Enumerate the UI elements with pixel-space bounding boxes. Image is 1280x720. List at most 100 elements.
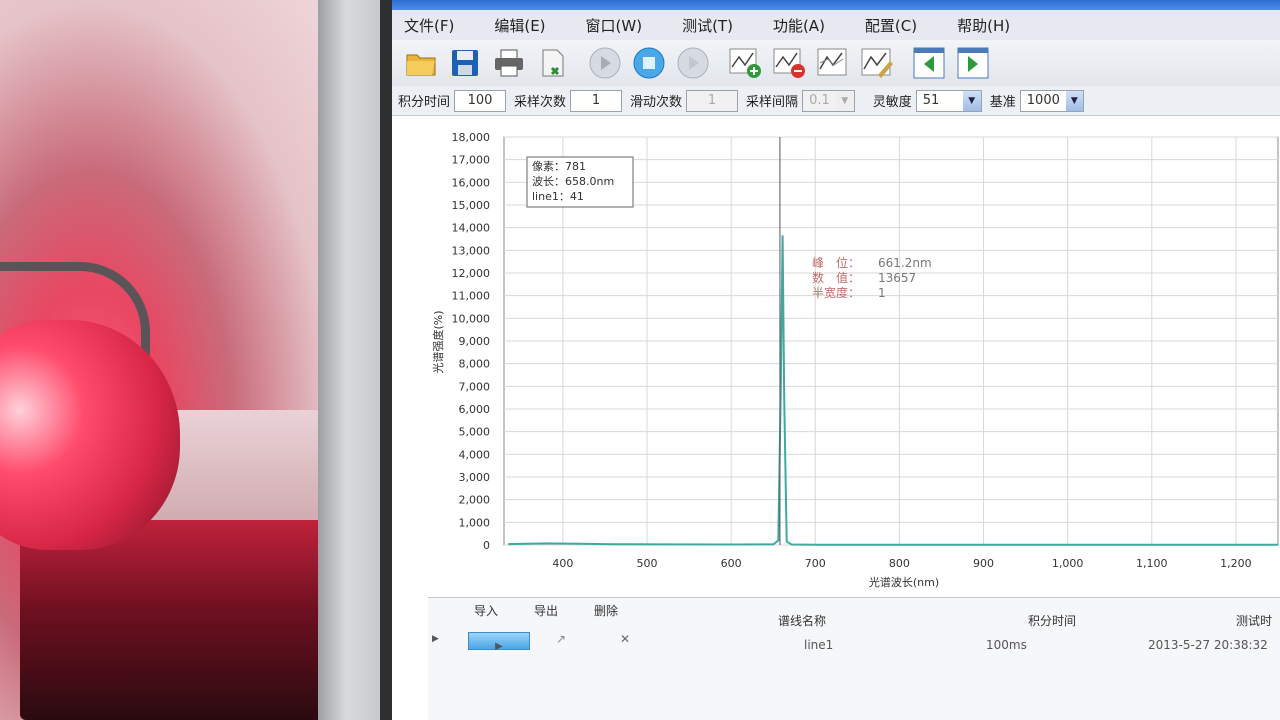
overlay-curve-icon	[817, 48, 847, 76]
cursor-value: line1：41	[532, 190, 584, 203]
integration-time-label: 积分时间	[398, 95, 451, 110]
row-expand-icon[interactable]: ▶	[432, 634, 439, 644]
print-icon	[495, 49, 523, 77]
menu-test[interactable]: 测试(T)	[682, 15, 733, 36]
sample-interval-value: 0.1	[809, 93, 830, 108]
delete-curve-button[interactable]	[770, 44, 808, 82]
peak-value-label: 数 值：	[812, 270, 860, 285]
curve-list-panel: 导入 导出 删除 谱线名称 积分时间 测试时 ▶ ▶ ↗ ✕ line1 100…	[428, 597, 1280, 720]
x-tick-label: 600	[721, 557, 742, 570]
menu-window[interactable]: 窗口(W)	[586, 15, 643, 36]
stop-button[interactable]	[630, 44, 668, 82]
integration-time-input[interactable]: 100	[454, 89, 507, 112]
y-tick-label: 16,000	[452, 176, 491, 189]
prev-button[interactable]	[910, 44, 948, 82]
export-button[interactable]	[534, 44, 572, 82]
toolbar	[392, 40, 1280, 86]
y-tick-label: 12,000	[452, 267, 491, 280]
peak-position-label: 峰 位：	[812, 255, 860, 270]
play-button[interactable]	[586, 44, 624, 82]
y-tick-label: 18,000	[452, 131, 491, 144]
menu-config[interactable]: 配置(C)	[865, 15, 917, 36]
x-axis-label: 光谱波长(nm)	[869, 575, 939, 589]
peak-value-value: 13657	[878, 271, 916, 285]
chevron-down-icon: ▼	[835, 90, 854, 111]
peak-fwhm-value: 1	[878, 286, 886, 300]
sensitivity-value: 51	[922, 93, 940, 108]
y-axis-label: 光谱强度(%)	[431, 310, 445, 373]
x-tick-label: 900	[973, 557, 994, 570]
y-tick-label: 1,000	[459, 516, 491, 529]
add-curve-icon	[729, 48, 761, 78]
y-tick-label: 15,000	[452, 199, 491, 212]
y-tick-label: 5,000	[459, 426, 491, 439]
sample-count-input[interactable]: 1	[570, 89, 623, 112]
parameter-bar: 积分时间 100 采样次数 1 滑动次数 1 采样间隔 0.1 ▼ 灵敏度 51…	[392, 86, 1280, 116]
y-tick-label: 14,000	[452, 222, 491, 235]
menu-help[interactable]: 帮助(H)	[957, 15, 1010, 36]
y-tick-label: 9,000	[459, 335, 491, 348]
x-tick-label: 1,200	[1220, 557, 1252, 570]
x-tick-label: 1,000	[1052, 557, 1084, 570]
x-tick-label: 800	[889, 557, 910, 570]
menu-file[interactable]: 文件(F)	[404, 15, 454, 36]
open-folder-icon	[406, 54, 436, 76]
sensitivity-label: 灵敏度	[872, 95, 912, 110]
spectrum-chart-svg[interactable]: 0 1,000 2,000 3,000 4,000 5,000 6,000 7,000 8,00…	[392, 117, 1280, 597]
save-icon	[452, 50, 478, 76]
edit-curve-button[interactable]	[858, 44, 896, 82]
chevron-down-icon: ▼	[962, 90, 981, 111]
edit-curve-icon	[861, 48, 893, 78]
baseline-value: 1000	[1026, 93, 1060, 108]
cursor-wavelength: 波长：658.0nm	[532, 175, 614, 188]
row-import-button[interactable]: ▶	[468, 632, 530, 652]
spectrometer-app-window: 文件(F) 编辑(E) 窗口(W) 测试(T) 功能(A) 配置(C) 帮助(H…	[392, 0, 1280, 720]
row-integration-time: 100ms	[986, 638, 1027, 652]
cursor-info-box: 像素：781 波长：658.0nm line1：41	[526, 156, 634, 208]
prev-icon	[913, 47, 945, 79]
open-button[interactable]	[402, 44, 440, 82]
print-button[interactable]	[490, 44, 528, 82]
step-button[interactable]	[674, 44, 712, 82]
sensitivity-select[interactable]: 51 ▼	[915, 89, 982, 112]
sample-interval-label: 采样间隔	[746, 95, 799, 110]
baseline-label: 基准	[989, 95, 1016, 110]
baseline-select[interactable]: 1000 ▼	[1019, 89, 1084, 112]
peak-fwhm-label: 半宽度：	[812, 285, 860, 300]
y-tick-label: 4,000	[459, 448, 491, 461]
light-source-device	[20, 520, 340, 720]
table-row[interactable]: ▶ ▶ ↗ ✕ line1 100ms 2013-5-27 20:38:32	[428, 630, 1280, 658]
col-curve-name[interactable]: 谱线名称	[778, 612, 826, 629]
save-button[interactable]	[446, 44, 484, 82]
row-export-icon[interactable]: ↗	[556, 632, 566, 646]
y-tick-label: 3,000	[459, 471, 491, 484]
overlay-curve-button[interactable]	[814, 44, 852, 82]
col-integration-time[interactable]: 积分时间	[1028, 612, 1076, 629]
x-tick-label: 1,100	[1136, 557, 1168, 570]
menu-function[interactable]: 功能(A)	[773, 15, 825, 36]
play-icon: ▶	[495, 641, 503, 652]
y-tick-label: 2,000	[459, 494, 491, 507]
col-test-time[interactable]: 测试时	[1236, 612, 1272, 629]
y-tick-label: 8,000	[459, 358, 491, 371]
menu-edit[interactable]: 编辑(E)	[494, 15, 545, 36]
export-icon	[542, 49, 564, 77]
y-tick-label: 10,000	[452, 312, 491, 325]
smoothing-input[interactable]: 1	[686, 89, 739, 112]
play-icon	[589, 47, 621, 79]
sample-interval-select[interactable]: 0.1 ▼	[802, 89, 855, 112]
y-tick-label: 17,000	[452, 154, 491, 167]
chevron-down-icon: ▼	[1065, 90, 1083, 111]
curve-list-header: 谱线名称 积分时间 测试时	[428, 612, 1280, 628]
row-delete-icon[interactable]: ✕	[620, 632, 630, 646]
x-axis: 400 500 600 700 800 900 1,000 1,100 1,200	[552, 557, 1251, 570]
add-curve-button[interactable]	[726, 44, 764, 82]
smoothing-label: 滑动次数	[630, 95, 683, 110]
next-button[interactable]	[954, 44, 992, 82]
row-test-time: 2013-5-27 20:38:32	[1148, 638, 1268, 652]
delete-curve-icon	[773, 48, 805, 78]
y-tick-label: 11,000	[452, 290, 491, 303]
spectrum-chart[interactable]: 0 1,000 2,000 3,000 4,000 5,000 6,000 7,000 8,00…	[392, 117, 1280, 597]
stop-icon	[633, 47, 665, 79]
row-curve-name: line1	[804, 638, 834, 652]
